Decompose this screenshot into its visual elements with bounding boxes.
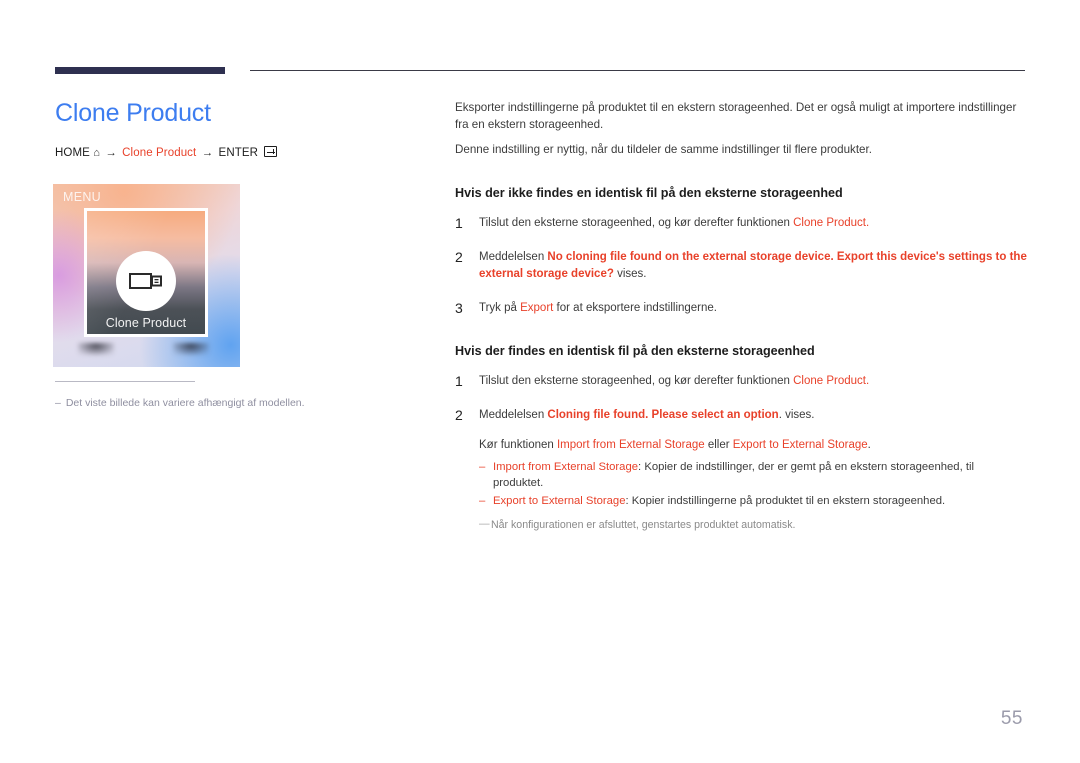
- section-heading-1: Hvis der ikke findes en identisk fil på …: [455, 185, 843, 200]
- figure-note: – Det viste billede kan variere afhængigt…: [55, 396, 415, 410]
- device-screen: Clone Product: [84, 208, 208, 337]
- step-text-accent-period: .: [865, 216, 870, 229]
- step-text-message: Cloning file found. Please select an opt…: [547, 409, 779, 421]
- step-text: Tilslut den eksterne storageenhed, og kø…: [479, 373, 1027, 390]
- breadcrumb: HOME ⌂ → Clone Product → ENTER: [55, 146, 425, 160]
- figure-screen-label: Clone Product: [105, 316, 187, 330]
- figure-note-text: Det viste billede kan variere afhængigt …: [65, 397, 305, 409]
- step-text-plain: Tilslut den eksterne storageenhed, og kø…: [479, 216, 794, 229]
- breadcrumb-home-label: HOME: [55, 147, 90, 159]
- enter-key-icon: [264, 146, 278, 157]
- intro-paragraph-1: Eksporter indstillingerne på produktet t…: [455, 101, 1017, 131]
- sub-paragraph-option-1: Import from External Storage: [556, 438, 705, 451]
- step-text: Meddelelsen Cloning file found. Please s…: [479, 407, 1027, 533]
- list-item-body: Import from External Storage: Kopier de …: [493, 459, 1027, 491]
- step-text-accent: Clone Product: [793, 374, 866, 387]
- stand-shadow-left: [78, 343, 114, 355]
- step-text-plain: Meddelelsen: [479, 251, 548, 263]
- page-title: Clone Product: [55, 99, 211, 127]
- list-item-term: Export to External Storage: [493, 495, 626, 507]
- sub-paragraph-lead: Kør funktionen: [479, 438, 557, 451]
- breadcrumb-arrow-1: →: [105, 147, 117, 159]
- step-item: 2 Meddelelsen No cloning file found on t…: [455, 249, 1027, 282]
- section-heading-2: Hvis der findes en identisk fil på den e…: [455, 343, 815, 358]
- step-number: 1: [455, 372, 463, 389]
- document-page: Clone Product HOME ⌂ → Clone Product → E…: [0, 0, 1080, 763]
- stand-shadow-right: [173, 343, 209, 355]
- list-item-body: Export to External Storage: Kopier indst…: [493, 493, 945, 509]
- sub-paragraph: Kør funktionen Import from External Stor…: [479, 437, 1027, 454]
- steps-list-2: 1 Tilslut den eksterne storageenhed, og …: [455, 373, 1027, 534]
- step-number: 2: [455, 249, 463, 265]
- step-text: Tryk på Export for at eksportere indstil…: [479, 300, 1027, 317]
- step-item: 2 Meddelelsen Cloning file found. Please…: [455, 407, 1027, 533]
- step-text-accent: Clone Product: [793, 216, 866, 229]
- step-text-accent-period: .: [865, 374, 870, 387]
- list-item-desc: : Kopier indstillingerne på produktet ti…: [625, 495, 946, 507]
- step-text-plain: Meddelelsen: [479, 409, 548, 421]
- step-text: Meddelelsen No cloning file found on the…: [479, 249, 1027, 282]
- figure-menu-label: MENU: [63, 190, 102, 204]
- list-item-term: Import from External Storage: [493, 461, 639, 473]
- note-text: Når konfigurationen er afsluttet, gensta…: [491, 519, 796, 531]
- breadcrumb-arrow-2: →: [201, 147, 214, 159]
- step-text-accent: Export: [520, 302, 554, 314]
- step-number: 3: [455, 300, 463, 316]
- step-item: 3 Tryk på Export for at eksportere indst…: [455, 300, 1027, 317]
- step-text-plain-tail: vises.: [613, 267, 647, 280]
- step-text-plain: Tilslut den eksterne storageenhed, og kø…: [479, 374, 794, 387]
- usb-drive-icon: [116, 251, 176, 311]
- step-text-plain-tail: for at eksportere indstillingerne.: [553, 302, 717, 314]
- step-text-plain-tail: . vises.: [778, 409, 815, 421]
- note-dash-marker: —: [479, 518, 490, 530]
- step-text: Tilslut den eksterne storageenhed, og kø…: [479, 215, 1027, 232]
- dash-marker: –: [479, 461, 486, 473]
- sub-paragraph-joiner: eller: [704, 438, 733, 451]
- sub-paragraph-option-2: Export to External Storage: [732, 438, 868, 451]
- figure-note-dash: –: [55, 397, 61, 409]
- sub-paragraph-tail: .: [867, 438, 871, 451]
- header-divider-rule: [250, 70, 1025, 71]
- step-item: 1 Tilslut den eksterne storageenhed, og …: [455, 215, 1027, 232]
- figure-note-rule: [55, 381, 195, 382]
- step-number: 2: [455, 407, 463, 423]
- step-text-plain: Tryk på: [479, 302, 521, 314]
- breadcrumb-enter-label: ENTER: [218, 147, 259, 159]
- list-item: – Export to External Storage: Kopier ind…: [479, 493, 1027, 509]
- header-accent-bar: [55, 67, 225, 74]
- auto-restart-note: — Når konfigurationen er afsluttet, gens…: [479, 518, 1027, 533]
- step-text-message: No cloning file found on the external st…: [479, 251, 1027, 280]
- list-item: – Import from External Storage: Kopier d…: [479, 459, 1027, 491]
- left-column: Clone Product HOME ⌂ → Clone Product → E…: [55, 98, 425, 160]
- right-column: Eksporter indstillingerne på produktet t…: [455, 100, 1027, 533]
- steps-list-1: 1 Tilslut den eksterne storageenhed, og …: [455, 215, 1027, 317]
- home-icon: ⌂: [93, 147, 100, 159]
- device-screenshot-figure: MENU Clone Product: [53, 184, 240, 367]
- intro-paragraph-2: Denne indstilling er nyttig, når du tild…: [455, 143, 872, 156]
- page-number: 55: [1000, 708, 1023, 729]
- dash-marker: –: [479, 495, 486, 507]
- step-item: 1 Tilslut den eksterne storageenhed, og …: [455, 373, 1027, 390]
- option-description-list: – Import from External Storage: Kopier d…: [479, 459, 1027, 509]
- breadcrumb-middle-label: Clone Product: [122, 147, 197, 159]
- step-number: 1: [455, 214, 463, 231]
